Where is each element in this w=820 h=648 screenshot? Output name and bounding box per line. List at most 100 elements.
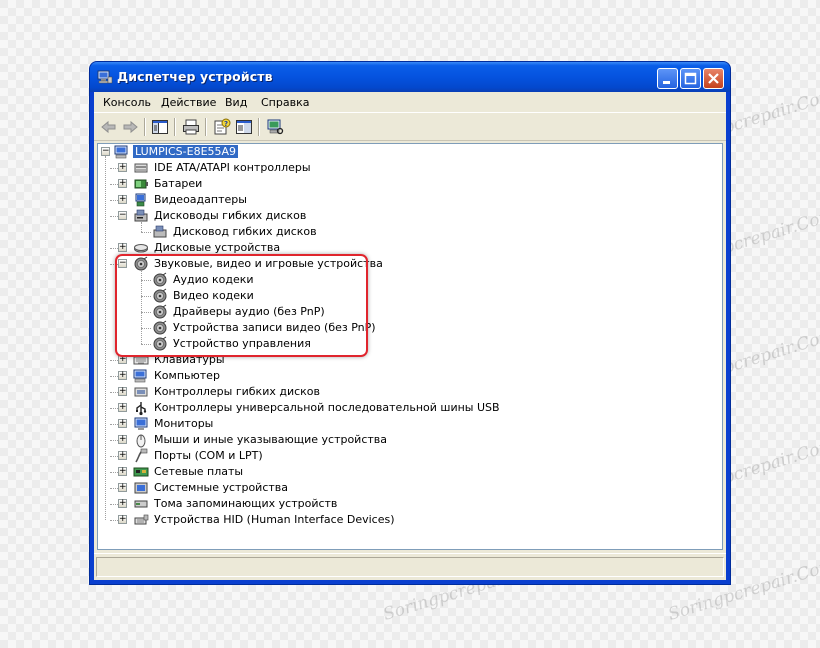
sound-icon <box>153 272 167 287</box>
tree-item-label: Порты (COM и LPT) <box>154 449 263 462</box>
tree-item-label: Драйверы аудио (без PnP) <box>173 305 325 318</box>
tree-device[interactable]: Аудио кодеки <box>98 272 722 288</box>
details-icon[interactable] <box>235 118 253 136</box>
mouse-icon <box>136 434 146 448</box>
tree-category[interactable]: + Тома запоминающих устройств <box>98 496 722 512</box>
tree-root[interactable]: − LUMPICS-E8E55A9 <box>98 144 722 160</box>
tree-category[interactable]: + Дисковые устройства <box>98 240 722 256</box>
window-title: Диспетчер устройств <box>117 69 273 84</box>
tree-device[interactable]: Устройство управления <box>98 336 722 352</box>
expand-icon[interactable]: + <box>118 499 127 508</box>
expand-icon[interactable]: + <box>118 195 127 204</box>
close-button[interactable] <box>703 68 724 89</box>
tree-category[interactable]: + Контроллеры гибких дисков <box>98 384 722 400</box>
tree-item-label: Звуковые, видео и игровые устройства <box>154 257 383 270</box>
sound-icon <box>153 304 167 319</box>
menu-console[interactable]: Консоль <box>103 96 151 109</box>
tree-item-label: Дисковод гибких дисков <box>173 225 317 238</box>
tree-item-label: Видео кодеки <box>173 289 254 302</box>
maximize-button[interactable] <box>680 68 701 89</box>
menu-help[interactable]: Справка <box>261 96 309 109</box>
scan-hardware-icon[interactable] <box>266 118 284 136</box>
expand-icon[interactable]: + <box>118 419 127 428</box>
window-client: Консоль Действие Вид Справка ? − LUMPICS… <box>94 92 726 580</box>
tree-category[interactable]: + Клавиатуры <box>98 352 722 368</box>
expand-icon[interactable]: + <box>118 483 127 492</box>
tree-item-label: Дисковые устройства <box>154 241 281 254</box>
expand-icon[interactable]: + <box>118 403 127 412</box>
expand-icon[interactable]: + <box>118 515 127 524</box>
svg-text:?: ? <box>224 120 228 128</box>
computer-icon <box>114 145 128 159</box>
back-arrow-icon[interactable] <box>100 118 118 136</box>
collapse-icon[interactable]: − <box>118 259 127 268</box>
toolbar-separator <box>258 118 260 136</box>
expand-icon[interactable]: + <box>118 451 127 460</box>
tree-category[interactable]: + Мыши и иные указывающие устройства <box>98 432 722 448</box>
expand-icon[interactable]: + <box>118 371 127 380</box>
floppy-controller-icon <box>134 387 148 397</box>
tree-item-label: Мыши и иные указывающие устройства <box>154 433 388 446</box>
keyboard-icon <box>133 356 149 365</box>
tree-item-label: Контроллеры универсальной последовательн… <box>154 401 500 414</box>
tree-category[interactable]: + Видеоадаптеры <box>98 192 722 208</box>
tree-item-label: Устройства записи видео (без PnP) <box>173 321 376 334</box>
tree-item-label: Системные устройства <box>154 481 288 494</box>
device-tree[interactable]: − LUMPICS-E8E55A9 + IDE ATA/ATAPI контролле… <box>97 143 723 550</box>
title-bar[interactable]: Диспетчер устройств <box>90 62 730 92</box>
tree-item-label: Сетевые платы <box>154 465 244 478</box>
expand-icon[interactable]: + <box>118 163 127 172</box>
tree-item-label: Устройство управления <box>173 337 311 350</box>
tree-device[interactable]: Видео кодеки <box>98 288 722 304</box>
tree-device[interactable]: Драйверы аудио (без PnP) <box>98 304 722 320</box>
tree-category[interactable]: − Дисководы гибких дисков <box>98 208 722 224</box>
status-bar <box>94 553 726 580</box>
computer-icon <box>133 369 147 383</box>
minimize-button[interactable] <box>657 68 678 89</box>
toolbar-separator <box>205 118 207 136</box>
tree-item-label: Клавиатуры <box>154 353 225 366</box>
tree-category[interactable]: + Сетевые платы <box>98 464 722 480</box>
tree-category[interactable]: + Батареи <box>98 176 722 192</box>
properties-help-icon[interactable]: ? <box>213 118 231 136</box>
tree-category[interactable]: + Системные устройства <box>98 480 722 496</box>
expand-icon[interactable]: + <box>118 355 127 364</box>
expand-icon[interactable]: + <box>118 179 127 188</box>
tree-device[interactable]: Устройства записи видео (без PnP) <box>98 320 722 336</box>
collapse-icon[interactable]: − <box>101 147 110 156</box>
tree-category[interactable]: + Компьютер <box>98 368 722 384</box>
tree-device[interactable]: Дисковод гибких дисков <box>98 224 722 240</box>
toolbar-separator <box>144 118 146 136</box>
expand-icon[interactable]: + <box>118 387 127 396</box>
tree-item-label: Дисководы гибких дисков <box>154 209 307 222</box>
hid-icon <box>134 514 149 525</box>
tree-item-label: Батареи <box>154 177 203 190</box>
collapse-icon[interactable]: − <box>118 211 127 220</box>
disk-drive-icon <box>134 244 148 253</box>
tree-category[interactable]: + Порты (COM и LPT) <box>98 448 722 464</box>
tree-category[interactable]: − Звуковые, видео и игровые устройства <box>98 256 722 272</box>
menu-bar: Консоль Действие Вид Справка <box>94 92 726 113</box>
port-icon <box>135 448 148 463</box>
tree-item-label: Тома запоминающих устройств <box>154 497 338 510</box>
forward-arrow-icon[interactable] <box>121 118 139 136</box>
expand-icon[interactable]: + <box>118 467 127 476</box>
tree-item-label: Мониторы <box>154 417 214 430</box>
system-device-icon <box>134 482 148 494</box>
tree-item-label: Видеоадаптеры <box>154 193 247 206</box>
menu-view[interactable]: Вид <box>225 96 247 109</box>
storage-volume-icon <box>134 500 148 508</box>
expand-icon[interactable]: + <box>118 243 127 252</box>
menu-action[interactable]: Действие <box>161 96 216 109</box>
sound-icon <box>153 288 167 303</box>
tree-category[interactable]: + IDE ATA/ATAPI контроллеры <box>98 160 722 176</box>
usb-icon <box>136 402 147 416</box>
expand-icon[interactable]: + <box>118 435 127 444</box>
print-icon[interactable] <box>182 118 200 136</box>
tree-category[interactable]: + Контроллеры универсальной последователь… <box>98 400 722 416</box>
tree-item-label: Контроллеры гибких дисков <box>154 385 321 398</box>
tree-category[interactable]: + Мониторы <box>98 416 722 432</box>
toolbar: ? <box>94 113 726 141</box>
tree-category[interactable]: + Устройства HID (Human Interface Devices… <box>98 512 722 528</box>
show-hide-tree-icon[interactable] <box>151 118 169 136</box>
